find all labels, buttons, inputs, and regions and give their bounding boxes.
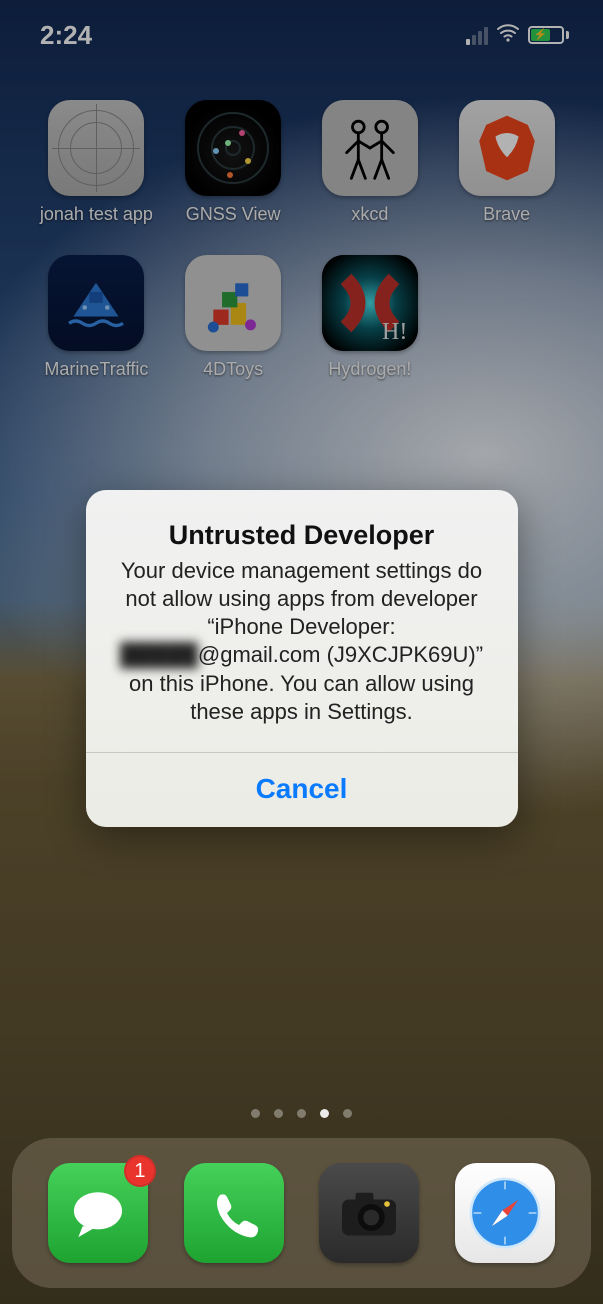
camera-icon <box>319 1163 419 1263</box>
page-indicator[interactable] <box>0 1109 603 1118</box>
dock-app-messages[interactable]: 1 <box>48 1163 148 1263</box>
cancel-button[interactable]: Cancel <box>86 753 518 827</box>
dock-app-camera[interactable] <box>319 1163 419 1263</box>
alert-content: Untrusted Developer Your device manageme… <box>86 490 518 752</box>
phone-icon <box>184 1163 284 1263</box>
safari-icon <box>455 1163 555 1263</box>
dock-app-phone[interactable] <box>184 1163 284 1263</box>
alert-title: Untrusted Developer <box>112 520 492 551</box>
alert-email-visible: @gmail.com (J9XCJPK69U)” <box>198 642 483 667</box>
dock-app-safari[interactable] <box>455 1163 555 1263</box>
alert-email-redacted: █████ <box>120 642 198 667</box>
alert-dialog: Untrusted Developer Your device manageme… <box>86 490 518 827</box>
alert-message: Your device management settings do not a… <box>112 557 492 726</box>
alert-body-line1: Your device management settings do not a… <box>121 558 482 639</box>
notification-badge: 1 <box>124 1155 156 1187</box>
dock: 1 <box>12 1138 591 1288</box>
alert-body-line2: on this iPhone. You can allow using thes… <box>129 671 474 724</box>
